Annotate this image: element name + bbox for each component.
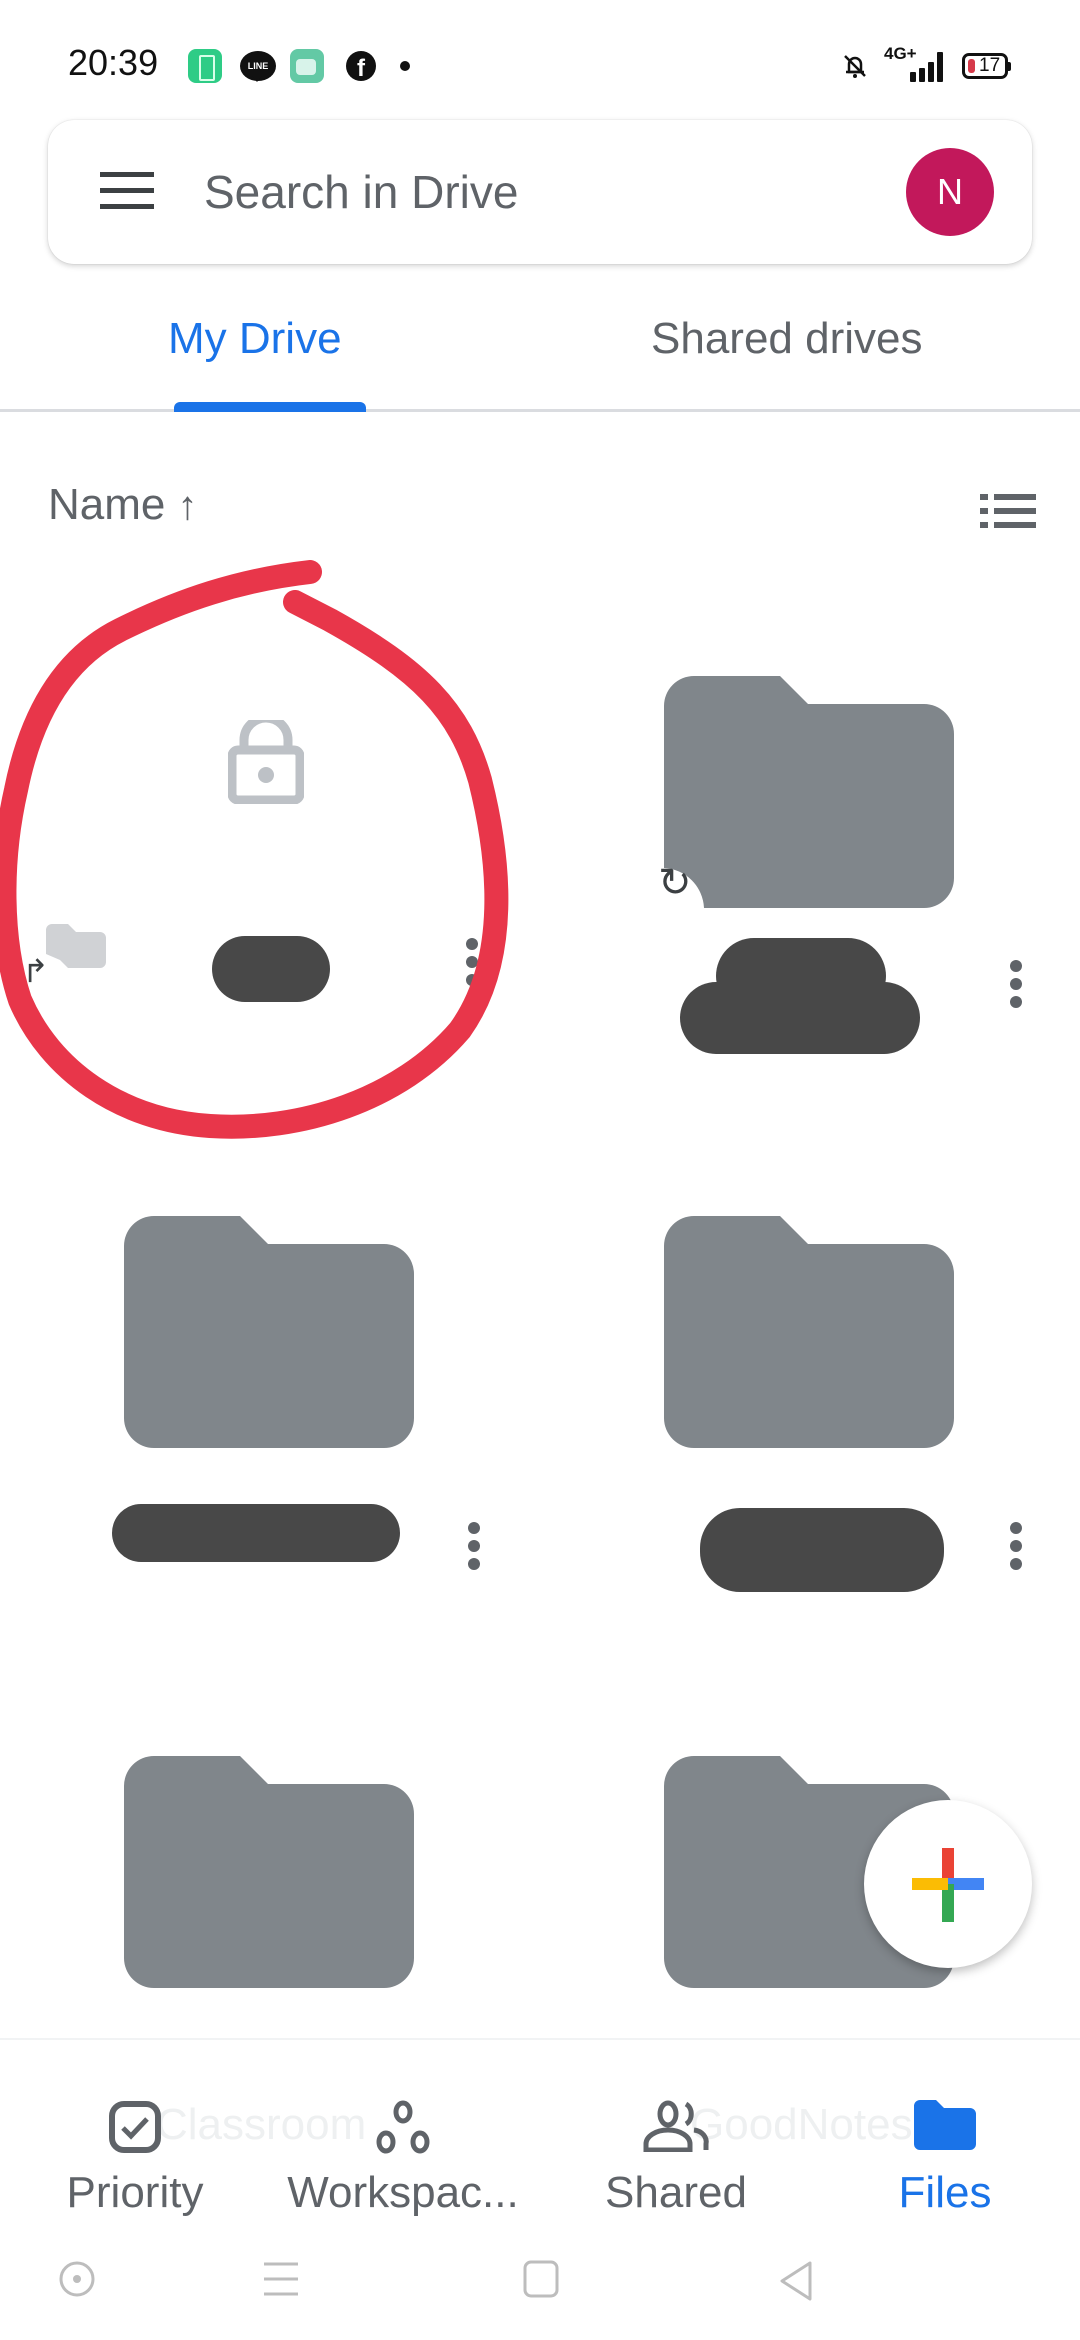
facebook-app-icon: f: [346, 51, 376, 81]
home-button-icon[interactable]: [522, 2260, 560, 2298]
more-options-button[interactable]: [1006, 956, 1026, 1016]
nav-shared[interactable]: Shared: [566, 2068, 786, 2217]
menu-icon[interactable]: [100, 172, 154, 210]
shortcut-arrow-icon: ↻: [658, 861, 692, 905]
more-options-button[interactable]: [1006, 1518, 1026, 1578]
line-app-icon: LINE: [240, 51, 276, 82]
recent-apps-icon[interactable]: [262, 2260, 300, 2298]
nav-priority[interactable]: Priority: [30, 2068, 240, 2217]
folder-thumbnail: [124, 1756, 414, 1988]
item-name-redacted: [112, 1504, 400, 1562]
drive-tabs: My Drive Shared drives: [0, 290, 1080, 412]
item-name-redacted: [700, 1508, 944, 1592]
sort-by-name-button[interactable]: Name ↑: [48, 480, 197, 530]
nav-label: Priority: [66, 2168, 204, 2217]
grid-item-restricted-shortcut[interactable]: ↱: [0, 560, 540, 1100]
shared-people-icon: [643, 2100, 709, 2152]
nav-label: Files: [898, 2168, 992, 2217]
bottom-navigation: Classroom GoodNotes Priority Workspac...…: [0, 2038, 1080, 2217]
new-fab-button[interactable]: [864, 1800, 1032, 1968]
bell-off-icon: [844, 55, 866, 78]
folder-thumbnail: [664, 1216, 954, 1448]
folder-small-icon: [46, 924, 106, 968]
item-name-redacted: [212, 936, 330, 1002]
more-notifications-dot: [400, 61, 410, 71]
folder-icon: [914, 2100, 976, 2150]
folder-thumbnail: [124, 1216, 414, 1448]
shortcut-arrow-icon: ↱: [22, 953, 49, 989]
battery-saver-app-icon: [188, 49, 222, 83]
signal-strength-icon: [910, 50, 944, 82]
active-tab-indicator: [174, 402, 366, 412]
nav-workspaces[interactable]: Workspac...: [268, 2068, 538, 2217]
nav-label: Workspac...: [287, 2168, 519, 2217]
account-avatar[interactable]: N: [906, 148, 994, 236]
tab-my-drive[interactable]: My Drive: [168, 314, 342, 364]
search-input[interactable]: [204, 160, 904, 224]
search-bar: N: [48, 120, 1032, 264]
more-options-button[interactable]: [464, 1518, 484, 1578]
battery-icon: 17: [962, 53, 1011, 79]
item-name-redacted: [680, 982, 920, 1054]
priority-checkbox-icon: [109, 2101, 161, 2153]
tab-shared-drives[interactable]: Shared drives: [651, 314, 922, 364]
more-options-button[interactable]: [462, 934, 482, 994]
status-bar: 20:39 LINE f 4G+ 17: [0, 0, 1080, 110]
workspaces-icon: [376, 2100, 430, 2154]
grid-item-folder[interactable]: [0, 1100, 540, 1640]
sort-label: Name: [48, 480, 166, 529]
system-navigation-bar: [0, 2220, 1080, 2340]
messages-app-icon: [290, 49, 324, 83]
list-view-icon[interactable]: [980, 494, 1036, 528]
nav-files[interactable]: Files: [860, 2068, 1030, 2217]
back-button-icon[interactable]: [776, 2260, 816, 2302]
folder-thumbnail: [664, 676, 954, 908]
grid-item-folder-shortcut[interactable]: ↻: [540, 560, 1080, 1100]
grid-item-folder[interactable]: [540, 1100, 1080, 1640]
lock-icon: [228, 720, 304, 804]
nav-label: Shared: [605, 2168, 747, 2217]
assistant-button-icon[interactable]: [58, 2260, 96, 2298]
status-time: 20:39: [68, 42, 159, 83]
sort-ascending-icon: ↑: [177, 484, 198, 528]
